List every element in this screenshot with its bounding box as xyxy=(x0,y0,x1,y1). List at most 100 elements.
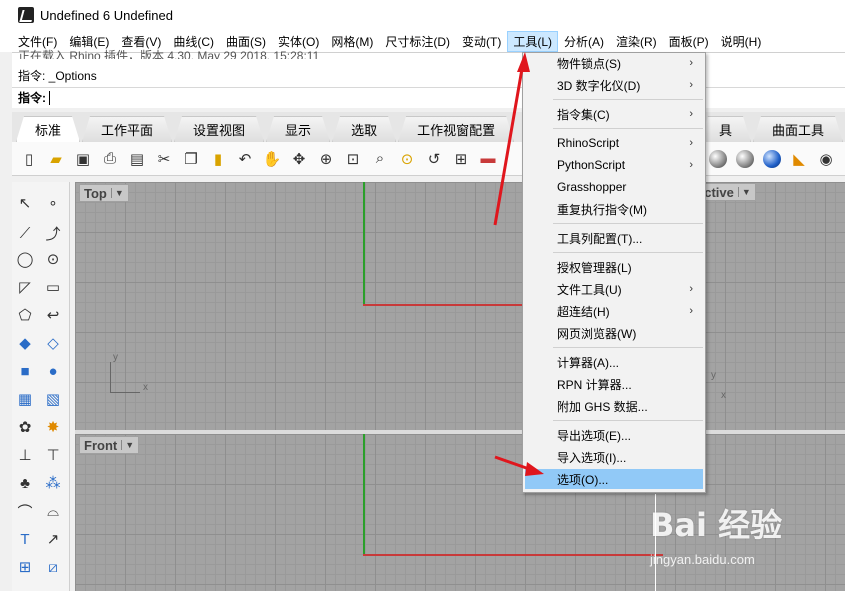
box-icon[interactable]: ■ xyxy=(14,360,36,382)
tab-surface-tools[interactable]: 曲面工具 xyxy=(753,116,843,142)
menu-item-label: 导入选项(I)... xyxy=(557,450,627,465)
menu-item-grasshopper[interactable]: Grasshopper xyxy=(523,177,705,197)
mesh-icon[interactable]: ▦ xyxy=(14,388,36,410)
chevron-right-icon: › xyxy=(689,108,693,120)
menu-help[interactable]: 说明(H) xyxy=(715,31,768,52)
menu-item-import-options[interactable]: 导入选项(I)... xyxy=(523,447,705,467)
menu-item-calculator[interactable]: 计算器(A)... xyxy=(523,352,705,372)
point-icon[interactable]: ∘ xyxy=(42,192,64,214)
zoom-selected-icon[interactable]: ⊙ xyxy=(396,148,418,170)
text-icon[interactable]: T xyxy=(14,528,36,550)
car-icon[interactable]: ▬ xyxy=(477,148,499,170)
chevron-down-icon[interactable]: ▼ xyxy=(121,440,134,450)
mesh-plane-icon[interactable]: ▧ xyxy=(42,388,64,410)
menu-item-license-manager[interactable]: 授权管理器(L) xyxy=(523,257,705,277)
tab-tools-partial[interactable]: 具 xyxy=(700,116,751,142)
chevron-right-icon: › xyxy=(689,305,693,317)
zoom-icon[interactable]: ⊕ xyxy=(315,148,337,170)
render-sphere-gray2-icon[interactable] xyxy=(734,148,756,170)
menu-panels[interactable]: 面板(P) xyxy=(663,31,715,52)
polygon-icon[interactable]: ⬠ xyxy=(14,304,36,326)
render-sphere-blue-icon[interactable] xyxy=(761,148,783,170)
polyline-icon[interactable]: ⟋ xyxy=(14,222,36,244)
menu-item-web-browser[interactable]: 网页浏览器(W) xyxy=(523,323,705,343)
new-file-icon[interactable]: ▯ xyxy=(18,148,40,170)
tab-cplanes[interactable]: 工作平面 xyxy=(82,116,172,142)
chevron-down-icon[interactable]: ▼ xyxy=(110,188,124,198)
tab-select[interactable]: 选取 xyxy=(332,116,396,142)
render-sphere-gray-icon[interactable] xyxy=(707,148,729,170)
menu-item-repeat-command[interactable]: 重复执行指令(M) xyxy=(523,199,705,219)
menu-item-file-utilities[interactable]: 文件工具(U) › xyxy=(523,279,705,299)
undo-view-icon[interactable]: ↺ xyxy=(423,148,445,170)
rotate-view-icon[interactable]: ✥ xyxy=(288,148,310,170)
orient-icon[interactable]: ⧄ xyxy=(42,556,64,578)
undo-icon[interactable]: ↶ xyxy=(234,148,256,170)
array-icon[interactable]: ⊞ xyxy=(14,556,36,578)
command-area: 正在载入 Rhino 插件，版本 4.30, May 29 2018, 15:2… xyxy=(12,49,845,108)
zoom-extents-icon[interactable]: ⌕ xyxy=(369,148,391,170)
open-file-icon[interactable]: ▰ xyxy=(45,148,67,170)
menu-transform[interactable]: 变动(T) xyxy=(456,31,507,52)
menu-item-hyperlink[interactable]: 超连结(H) › xyxy=(523,301,705,321)
menu-item-toolbar-layout[interactable]: 工具列配置(T)... xyxy=(523,228,705,248)
menu-item-digitizer[interactable]: 3D 数字化仪(D) › xyxy=(523,75,705,95)
menu-dimension[interactable]: 尺寸标注(D) xyxy=(379,31,456,52)
menu-item-commands[interactable]: 指令集(C) › xyxy=(523,104,705,124)
tab-standard[interactable]: 标准 xyxy=(16,116,80,142)
viewport-top[interactable]: Top ▼ y x y x xyxy=(75,182,845,430)
zoom-window-icon[interactable]: ⊡ xyxy=(342,148,364,170)
four-viewports-icon[interactable]: ⊞ xyxy=(450,148,472,170)
menu-item-pythonscript[interactable]: PythonScript › xyxy=(523,155,705,175)
fillet-icon[interactable]: ↩ xyxy=(42,304,64,326)
explode-icon[interactable]: ✸ xyxy=(42,416,64,438)
pan-hand-icon[interactable]: ✋ xyxy=(261,148,283,170)
viewport-front-label[interactable]: Front ▼ xyxy=(79,436,140,454)
sphere-solid-icon[interactable]: ● xyxy=(42,360,64,382)
save-icon[interactable]: ▣ xyxy=(72,148,94,170)
properties-icon[interactable]: ▤ xyxy=(126,148,148,170)
print-icon[interactable]: ⎙ xyxy=(99,148,121,170)
circle-center-icon[interactable]: ⊙ xyxy=(42,248,64,270)
tab-viewport-layout[interactable]: 工作视窗配置 xyxy=(398,116,514,142)
chevron-down-icon[interactable]: ▼ xyxy=(737,187,751,197)
surface-icon[interactable]: ◆ xyxy=(14,332,36,354)
menu-item-export-options[interactable]: 导出选项(E)... xyxy=(523,425,705,445)
menu-analyze[interactable]: 分析(A) xyxy=(558,31,610,52)
trim-icon[interactable]: ⊥ xyxy=(14,444,36,466)
baidu-jingyan-watermark: Bai 经验 jingyan.baidu.com xyxy=(650,500,840,590)
group-icon[interactable]: ♣ xyxy=(14,472,36,494)
angle-dim-icon[interactable]: ⌓ xyxy=(42,500,64,522)
light-icon[interactable]: ◣ xyxy=(788,148,810,170)
command-input[interactable] xyxy=(49,90,50,105)
gear-icon[interactable]: ✿ xyxy=(14,416,36,438)
menu-item-rpn-calculator[interactable]: RPN 计算器... xyxy=(523,374,705,394)
tab-display[interactable]: 显示 xyxy=(266,116,330,142)
paint-icon[interactable]: ◉ xyxy=(815,148,837,170)
split-icon[interactable]: ⊤ xyxy=(42,444,64,466)
command-prompt[interactable]: 指令: xyxy=(12,87,845,107)
arc-icon[interactable]: ◸ xyxy=(14,276,36,298)
y-axis-line xyxy=(363,182,365,306)
tab-set-view[interactable]: 设置视图 xyxy=(174,116,264,142)
rectangle-icon[interactable]: ▭ xyxy=(42,276,64,298)
paste-icon[interactable]: ▮ xyxy=(207,148,229,170)
copy-icon[interactable]: ❐ xyxy=(180,148,202,170)
menu-item-attach-ghs-data[interactable]: 附加 GHS 数据... xyxy=(523,396,705,416)
ungroup-icon[interactable]: ⁂ xyxy=(42,472,64,494)
extrude-surface-icon[interactable]: ◇ xyxy=(42,332,64,354)
curve-icon[interactable]: ⤴ xyxy=(42,222,64,244)
menu-item-rhinoscript[interactable]: RhinoScript › xyxy=(523,133,705,153)
menu-mesh[interactable]: 网格(M) xyxy=(325,31,379,52)
menu-item-options[interactable]: 选项(O)... xyxy=(525,469,703,489)
select-arrow-icon[interactable]: ↖ xyxy=(14,192,36,214)
menu-render[interactable]: 渲染(R) xyxy=(610,31,663,52)
leader-icon[interactable]: ↗ xyxy=(42,528,64,550)
cut-icon[interactable]: ✂ xyxy=(153,148,175,170)
menu-item-osnap[interactable]: 物件锁点(S) › xyxy=(523,53,705,73)
menu-item-label: 网页浏览器(W) xyxy=(557,326,637,341)
viewport-top-label[interactable]: Top ▼ xyxy=(79,184,129,202)
menu-tools[interactable]: 工具(L) xyxy=(507,30,558,52)
circle-icon[interactable]: ◯ xyxy=(14,248,36,270)
dimension-icon[interactable]: ⌒ xyxy=(14,500,36,522)
